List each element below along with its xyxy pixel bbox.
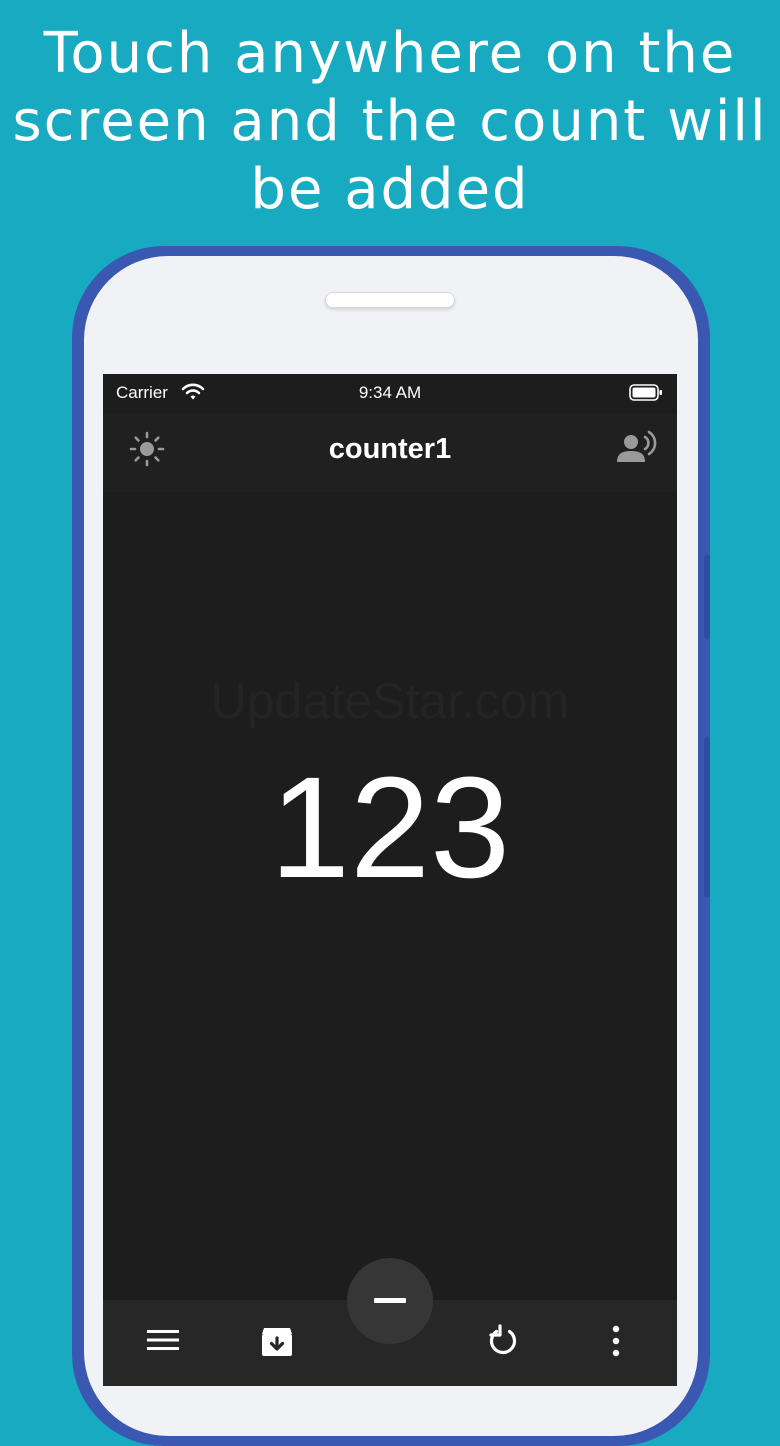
phone-side-button: [704, 737, 710, 897]
counter-title: counter1: [328, 433, 452, 465]
minus-icon: [374, 1298, 406, 1303]
battery-icon: [629, 384, 662, 401]
voice-icon[interactable]: [617, 430, 657, 466]
nav-bar: counter1: [103, 414, 677, 492]
reset-icon[interactable]: [486, 1324, 520, 1358]
watermark: UpdateStar.com: [210, 673, 570, 729]
tap-to-count-area[interactable]: UpdateStar.com 123: [103, 492, 677, 1300]
archive-icon[interactable]: [260, 1324, 294, 1358]
decrement-button[interactable]: [347, 1258, 433, 1344]
count-value: 123: [269, 747, 511, 908]
promo-headline: Touch anywhere on the screen and the cou…: [12, 21, 768, 222]
status-bar: Carrier 9:34 AM: [103, 374, 677, 414]
menu-icon[interactable]: [146, 1325, 180, 1355]
more-icon[interactable]: [605, 1324, 627, 1358]
status-time: 9:34 AM: [358, 383, 422, 402]
phone-speaker: [325, 292, 455, 308]
phone-side-button: [704, 555, 710, 639]
app-screen: Carrier 9:34 AM counter1 UpdateStar.com …: [103, 374, 677, 1386]
